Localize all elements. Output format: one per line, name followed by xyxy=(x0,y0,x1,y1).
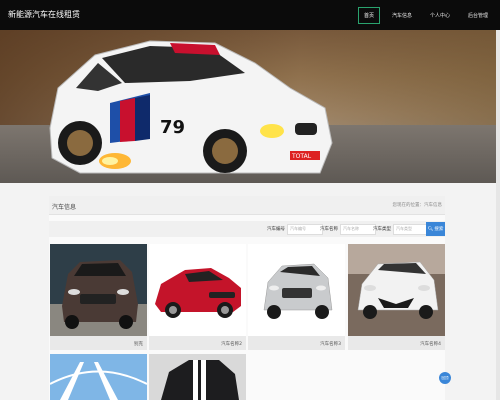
car-thumbnail xyxy=(50,354,147,400)
car-number-label: 汽车编号 xyxy=(267,227,285,232)
car-thumbnail xyxy=(149,354,246,400)
car-card[interactable]: 汽车名称2 xyxy=(149,244,246,350)
nav-item-car-info[interactable]: 汽车信息 xyxy=(386,7,418,24)
card-caption-bar: 别克 xyxy=(50,336,147,350)
section-title: 汽车信息 xyxy=(52,204,77,211)
search-group-car-type: 汽车类型 汽车类型 xyxy=(373,223,429,235)
search-group-car-number: 汽车编号 汽车编号 xyxy=(267,223,323,235)
race-car-image: 79 TOTAL xyxy=(49,40,333,174)
car-thumbnail xyxy=(348,244,445,336)
car-number-input[interactable]: 汽车编号 xyxy=(287,223,323,235)
breadcrumb: 您现在的位置：汽车信息 xyxy=(392,203,443,208)
car-name[interactable]: 汽车名称4 xyxy=(420,341,441,347)
search-button[interactable]: 🔍︎ 搜索 xyxy=(426,222,445,236)
back-to-top-button[interactable]: 回顶 xyxy=(439,372,451,384)
car-name[interactable]: 汽车名称3 xyxy=(320,341,341,347)
card-caption-bar: 汽车名称4 xyxy=(348,336,445,350)
hero-banner: 79 TOTAL xyxy=(0,30,500,183)
car-card[interactable]: 汽车名称4 xyxy=(348,244,445,350)
card-caption-bar: 汽车名称2 xyxy=(149,336,246,350)
car-type-label: 汽车类型 xyxy=(373,227,391,232)
car-card[interactable] xyxy=(50,354,147,400)
search-group-car-name: 汽车名称 汽车名称 xyxy=(320,223,376,235)
car-card[interactable]: 别克 xyxy=(50,244,147,350)
car-name[interactable]: 别克 xyxy=(134,341,143,347)
site-brand[interactable]: 新能源汽车在线租赁 xyxy=(8,9,80,20)
nav-item-admin[interactable]: 后台管理 xyxy=(462,7,494,24)
svg-text:79: 79 xyxy=(160,117,185,138)
car-card[interactable]: 汽车名称3 xyxy=(248,244,345,350)
search-button-label: 搜索 xyxy=(434,227,444,232)
section-header: 汽车信息 您现在的位置：汽车信息 xyxy=(49,196,445,215)
main-nav: 首页 汽车信息 个人中心 后台管理 xyxy=(357,7,494,24)
svg-text:TOTAL: TOTAL xyxy=(291,153,312,160)
car-info-panel: 汽车信息 您现在的位置：汽车信息 汽车编号 汽车编号 汽车名称 汽车名称 汽车类… xyxy=(49,196,445,400)
search-icon: 🔍︎ xyxy=(427,226,434,232)
top-navbar: 新能源汽车在线租赁 首页 汽车信息 个人中心 后台管理 xyxy=(0,0,500,30)
car-thumbnail xyxy=(248,244,345,336)
car-thumbnail xyxy=(149,244,246,336)
nav-item-personal-center[interactable]: 个人中心 xyxy=(424,7,456,24)
car-type-input[interactable]: 汽车类型 xyxy=(393,223,429,235)
page-scrollbar[interactable] xyxy=(496,30,500,400)
card-caption-bar: 汽车名称3 xyxy=(248,336,345,350)
car-thumbnail xyxy=(50,244,147,336)
car-name[interactable]: 汽车名称2 xyxy=(221,341,242,347)
nav-item-home[interactable]: 首页 xyxy=(357,7,380,24)
car-name-label: 汽车名称 xyxy=(320,227,338,232)
car-name-input[interactable]: 汽车名称 xyxy=(340,223,376,235)
search-bar: 汽车编号 汽车编号 汽车名称 汽车名称 汽车类型 汽车类型 🔍︎ 搜索 xyxy=(49,221,445,237)
car-card[interactable] xyxy=(149,354,246,400)
